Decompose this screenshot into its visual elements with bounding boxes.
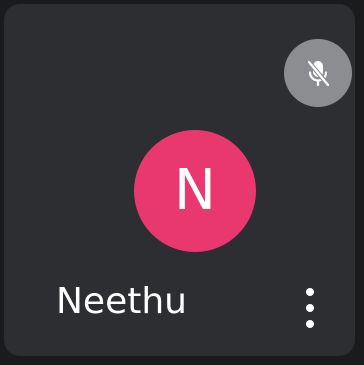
- avatar-initial: N: [174, 158, 216, 223]
- mute-indicator: [284, 39, 352, 107]
- microphone-off-icon: [301, 56, 335, 90]
- participant-name: Neethu: [56, 281, 187, 322]
- participant-tile: N Neethu: [4, 4, 355, 356]
- more-vertical-icon: [305, 285, 315, 331]
- more-options-button[interactable]: [290, 282, 330, 334]
- avatar: N: [134, 130, 256, 252]
